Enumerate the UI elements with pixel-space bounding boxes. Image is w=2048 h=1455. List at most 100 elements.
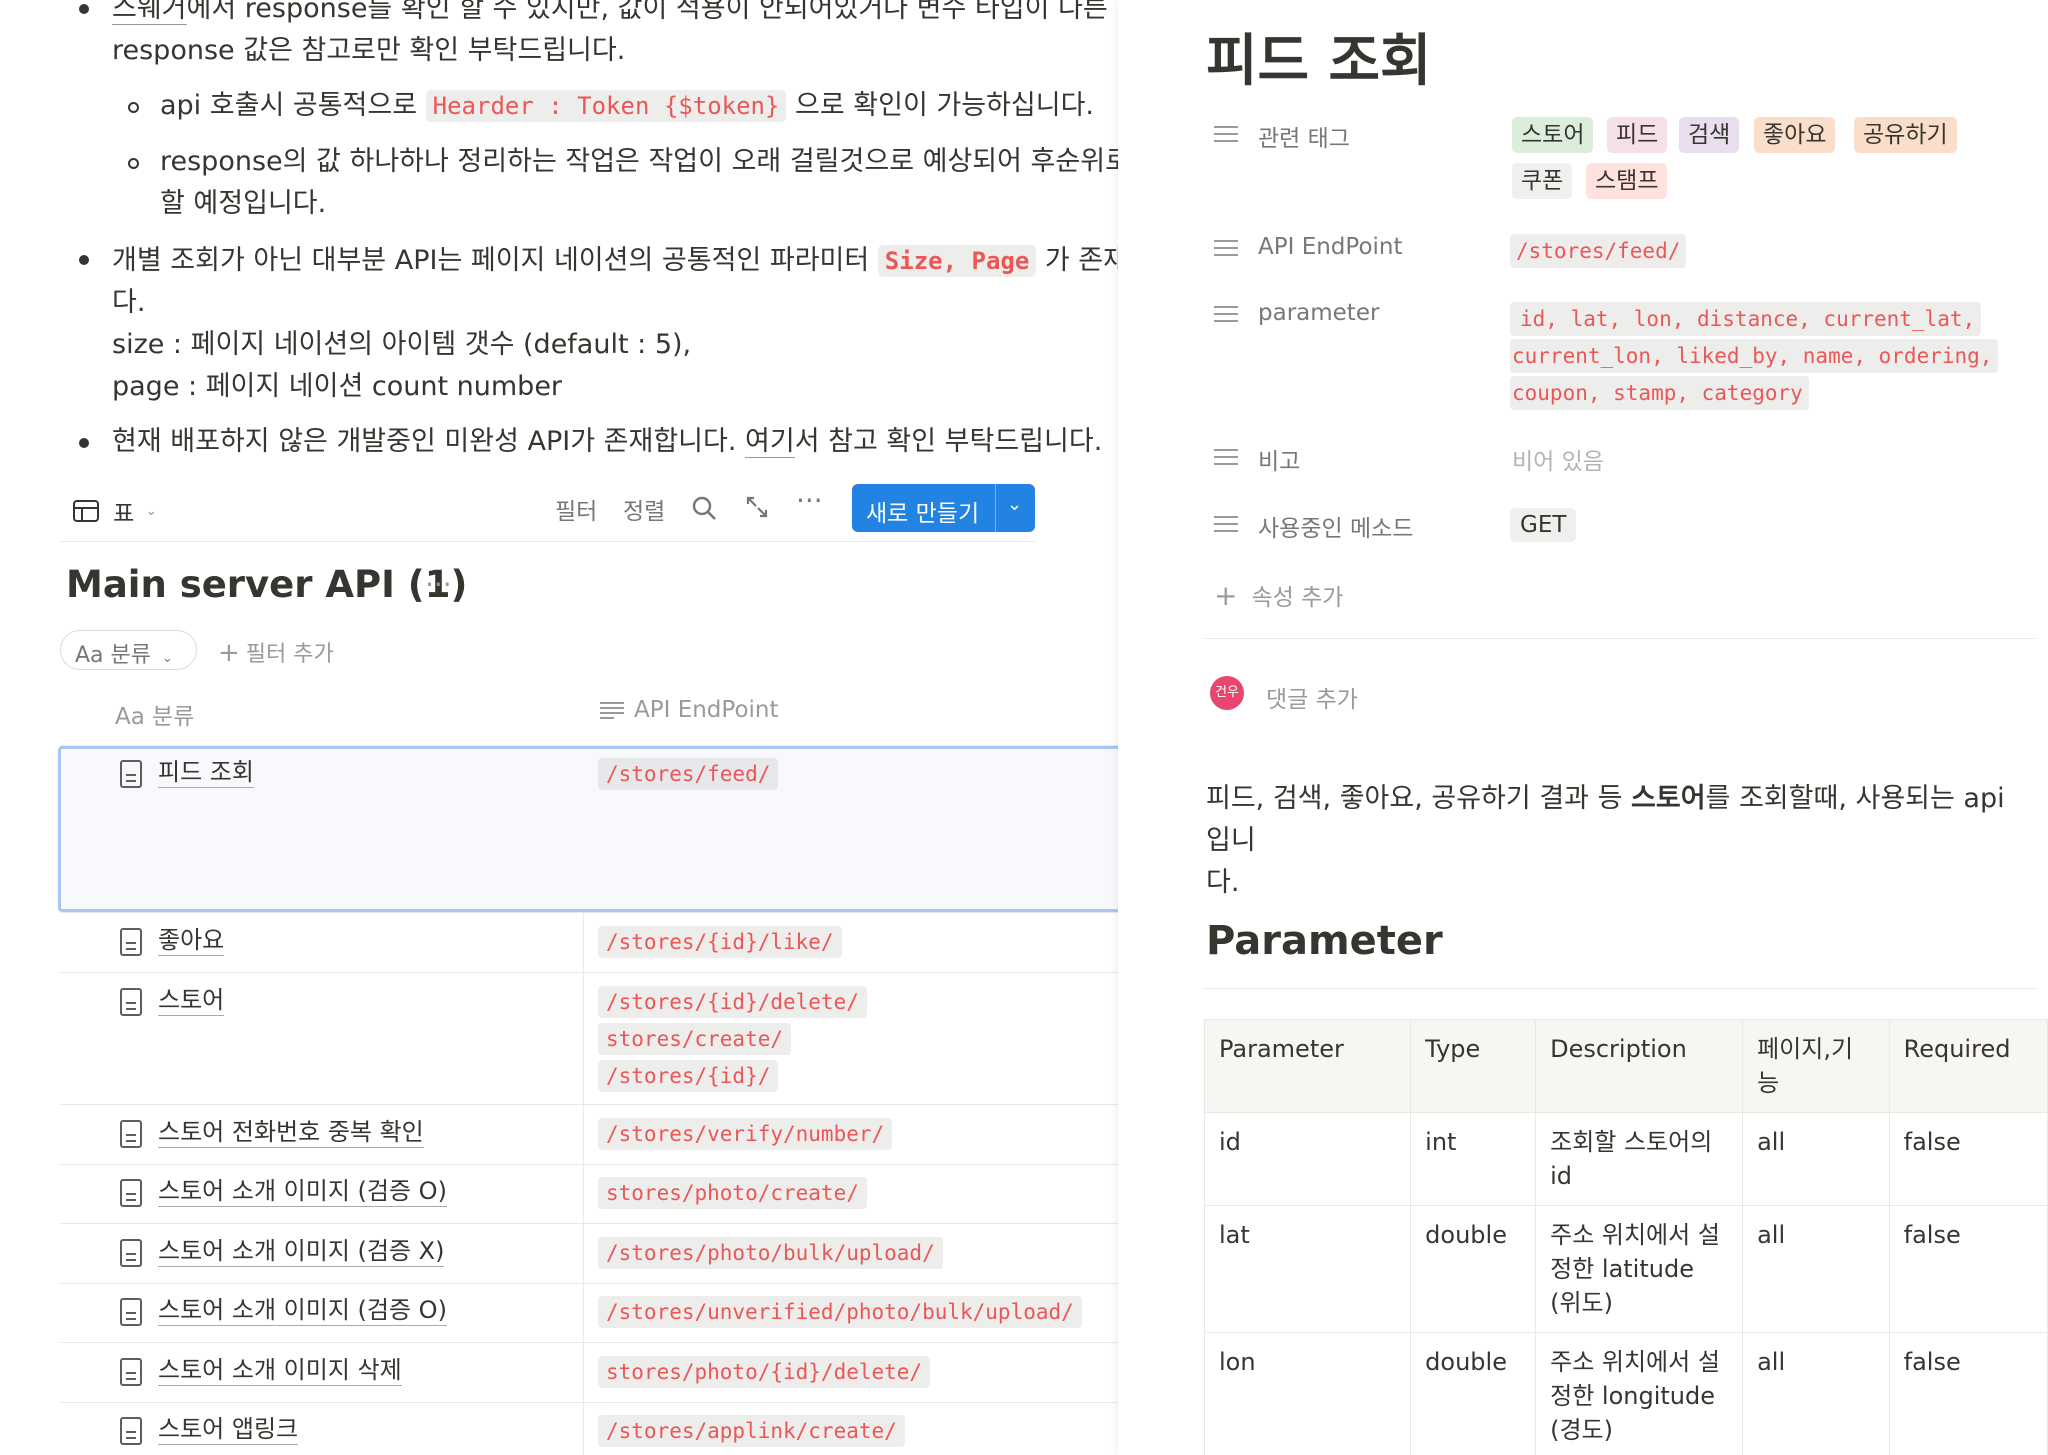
new-button[interactable]: 새로 만들기 ⌄	[852, 484, 1035, 532]
bullet-ring	[128, 158, 139, 169]
property-name-method[interactable]: 사용중인 메소드	[1258, 509, 1413, 543]
page-icon	[120, 988, 142, 1016]
plus-icon: +	[218, 638, 240, 668]
here-link[interactable]: 여기	[745, 426, 795, 458]
column-header-name[interactable]: Aa 분류	[115, 697, 194, 731]
row-name[interactable]: 스토어 소개 이미지 (검증 O)	[158, 1176, 447, 1207]
table-cell[interactable]: double	[1410, 1332, 1537, 1455]
filter-button[interactable]: 필터	[555, 492, 597, 526]
row-endpoint: /stores/feed/	[598, 758, 779, 790]
filter-pill[interactable]: Aa 분류 ⌄	[60, 630, 197, 670]
row-name[interactable]: 피드 조회	[158, 757, 254, 788]
tag[interactable]: 쿠폰	[1512, 163, 1573, 199]
property-value-method[interactable]: GET	[1510, 508, 1577, 542]
filter-pill-label: Aa 분류	[75, 643, 152, 668]
divider	[1204, 988, 2036, 989]
comment-input[interactable]: 댓글 추가	[1266, 680, 1358, 714]
tag[interactable]: 스탬프	[1586, 163, 1668, 199]
property-value-parameter[interactable]: id, lat, lon, distance, current_lat,	[1510, 302, 1982, 336]
tag[interactable]: 피드	[1607, 117, 1668, 153]
tag[interactable]: 공유하기	[1854, 117, 1957, 153]
page-icon	[120, 1239, 142, 1267]
property-name-note[interactable]: 비고	[1258, 442, 1300, 476]
expand-icon[interactable]	[744, 494, 770, 520]
table-cell[interactable]: 주소 위치에서 설정한 longitude (경도)	[1535, 1332, 1744, 1455]
row-name[interactable]: 스토어 소개 이미지 삭제	[158, 1355, 402, 1386]
row-name[interactable]: 스토어 전화번호 중복 확인	[158, 1117, 424, 1148]
column-header-endpoint[interactable]: API EndPoint	[600, 697, 779, 723]
note-text: 에서 response를 확인 할 수 있지만, 값이 적용이 안되어있거나 변…	[186, 0, 1120, 24]
table-cell[interactable]: false	[1888, 1332, 2048, 1455]
divider	[1204, 638, 2036, 639]
sort-button[interactable]: 정렬	[623, 492, 665, 526]
avatar: 건우	[1210, 676, 1244, 710]
table-cell[interactable]: lon	[1203, 1332, 1412, 1455]
chevron-down-icon: ⌄	[145, 503, 158, 519]
add-property-button[interactable]: + 속성 추가	[1214, 578, 1343, 612]
row-name[interactable]: 스토어 소개 이미지 (검증 X)	[158, 1236, 445, 1267]
table-cell[interactable]: int	[1410, 1112, 1537, 1206]
parameter-table: Parameter Type Description 페이지,기능 Requir…	[1203, 1019, 2048, 1455]
property-name-endpoint[interactable]: API EndPoint	[1258, 234, 1403, 260]
table-icon	[73, 500, 99, 522]
table-cell[interactable]: all	[1742, 1332, 1890, 1455]
table-cell[interactable]: all	[1742, 1205, 1890, 1333]
table-row: lon double 주소 위치에서 설정한 longitude (경도) al…	[1203, 1332, 2048, 1455]
row-divider	[60, 1164, 1120, 1165]
database-title[interactable]: Main server API (1)	[66, 563, 467, 606]
property-value-endpoint[interactable]: /stores/feed/	[1510, 234, 1687, 268]
swagger-link[interactable]: 스웨거	[112, 0, 187, 25]
page-icon	[120, 760, 142, 788]
bullet-dot	[79, 255, 89, 265]
table-cell[interactable]: double	[1410, 1205, 1537, 1333]
page-icon	[120, 1417, 142, 1445]
row-name[interactable]: 스토어	[158, 985, 225, 1016]
row-name[interactable]: 스토어 앱링크	[158, 1414, 299, 1445]
property-name-tags[interactable]: 관련 태그	[1258, 119, 1350, 153]
note-line: 다.	[112, 287, 146, 318]
view-switcher[interactable]: 표 ⌄	[72, 494, 157, 528]
table-cell[interactable]: lat	[1203, 1205, 1412, 1333]
table-cell[interactable]: all	[1742, 1112, 1890, 1206]
list-icon	[1214, 126, 1238, 144]
table-cell[interactable]: false	[1888, 1112, 2048, 1206]
table-header[interactable]: Required	[1888, 1019, 2048, 1113]
table-cell[interactable]: 주소 위치에서 설정한 latitude (위도)	[1535, 1205, 1744, 1333]
table-header[interactable]: Type	[1410, 1019, 1537, 1113]
table-header[interactable]: Parameter	[1203, 1019, 1412, 1113]
chevron-down-icon[interactable]: ⌄	[1007, 494, 1022, 515]
more-icon[interactable]: ···	[796, 484, 823, 517]
row-divider	[60, 1223, 1120, 1224]
row-name[interactable]: 스토어 소개 이미지 (검증 O)	[158, 1295, 447, 1326]
row-endpoint: /stores/unverified/photo/bulk/upload/	[598, 1296, 1082, 1328]
table-row: lat double 주소 위치에서 설정한 latitude (위도) all…	[1203, 1205, 2048, 1333]
property-value-parameter[interactable]: current_lon, liked_by, name, ordering,	[1510, 339, 1999, 373]
inline-code: Size, Page	[877, 245, 1037, 277]
tag[interactable]: 검색	[1679, 117, 1740, 153]
text-lines-icon	[1214, 449, 1238, 467]
table-cell[interactable]: false	[1888, 1205, 2048, 1333]
add-filter-button[interactable]: + 필터 추가	[218, 636, 334, 668]
database-toolbar: 표 ⌄ 필터 정렬 ··· 새로 만들기 ⌄	[60, 480, 1035, 542]
table-header[interactable]: Description	[1535, 1019, 1744, 1113]
row-endpoint: /stores/applink/create/	[598, 1415, 905, 1447]
table-cell[interactable]: 조회할 스토어의 id	[1535, 1112, 1744, 1206]
search-icon[interactable]	[690, 494, 718, 522]
table-header[interactable]: 페이지,기능	[1742, 1019, 1890, 1113]
page-title[interactable]: 피드 조회	[1206, 16, 1432, 97]
bullet-ring	[128, 102, 139, 113]
property-value-parameter[interactable]: coupon, stamp, category	[1510, 376, 1809, 410]
table-cell[interactable]: id	[1203, 1112, 1412, 1206]
page-peek: 피드 조회 관련 태그 스토어 피드 검색 좋아요 공유하기 쿠폰 스탬프 AP…	[1118, 0, 2048, 1455]
row-endpoint: /stores/{id}/delete/	[598, 986, 867, 1018]
tag[interactable]: 스토어	[1512, 117, 1594, 153]
desc-bold: 스토어	[1631, 783, 1706, 814]
more-icon[interactable]: ···	[425, 568, 452, 601]
note-text: 가 존재하니	[1044, 245, 1120, 276]
tag[interactable]: 좋아요	[1754, 117, 1836, 153]
note-text: 서 참고 확인 부탁드립니다.	[794, 426, 1103, 457]
property-value-note[interactable]: 비어 있음	[1512, 442, 1604, 476]
property-name-parameter[interactable]: parameter	[1258, 300, 1379, 326]
row-name[interactable]: 좋아요	[158, 925, 225, 956]
note-line: page : 페이지 네이션 count number	[112, 371, 563, 402]
